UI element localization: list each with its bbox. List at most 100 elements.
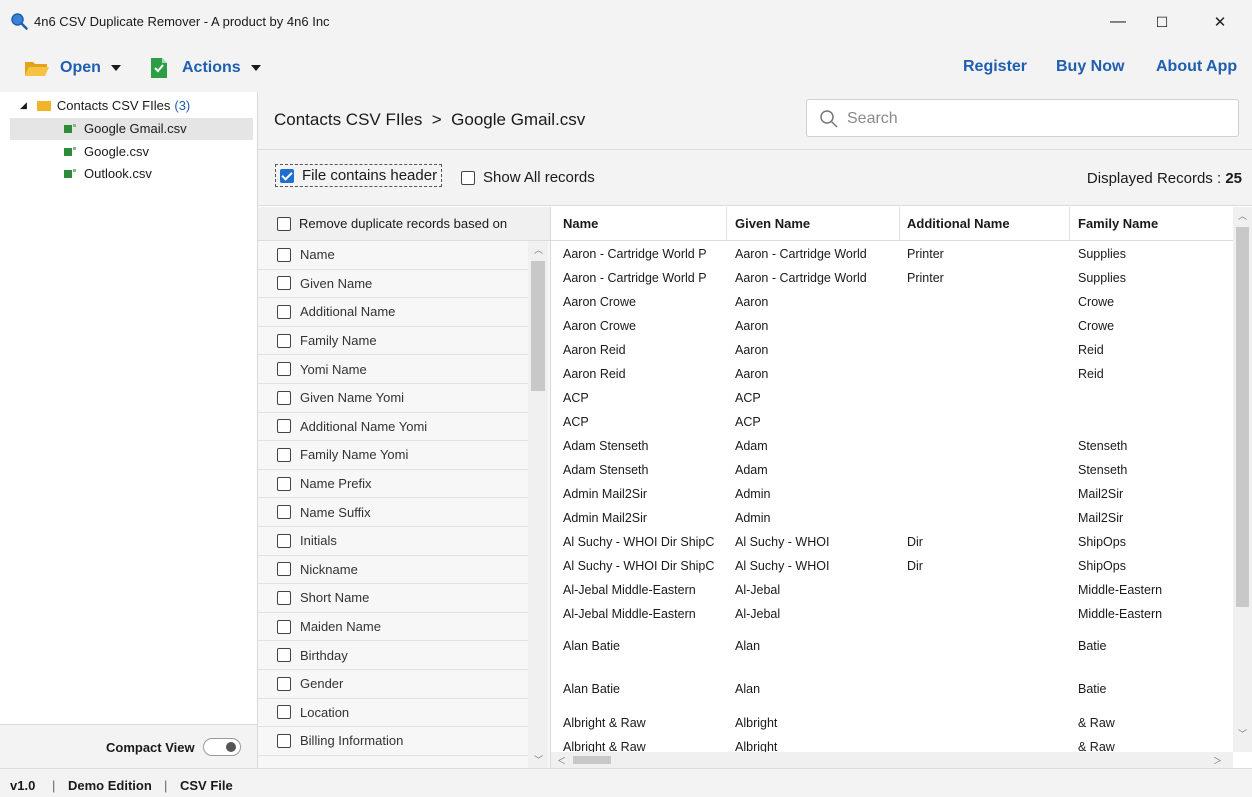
open-menu-button[interactable]: Open [24, 54, 121, 82]
table-row[interactable]: Aaron Crowe Aaron Crowe [551, 319, 1233, 339]
buy-now-link[interactable]: Buy Now [1056, 58, 1124, 76]
table-row[interactable]: ACP ACP [551, 415, 1233, 435]
tree-item-outlook[interactable]: Outlook.csv [64, 166, 152, 181]
compact-view-toggle[interactable] [203, 738, 241, 756]
register-link[interactable]: Register [963, 58, 1027, 76]
maximize-button[interactable]: ☐ [1142, 8, 1182, 36]
scroll-down-icon[interactable]: ﹀ [1238, 727, 1247, 740]
records-vertical-scrollbar[interactable]: ︿ ﹀ [1233, 207, 1252, 752]
column-divider[interactable] [726, 207, 727, 241]
field-option[interactable]: Name [258, 241, 528, 270]
field-option[interactable]: Initials [258, 527, 528, 556]
scroll-thumb[interactable] [1236, 227, 1249, 607]
table-row[interactable]: Aaron - Cartridge World P Aaron - Cartrid… [551, 271, 1233, 291]
search-box[interactable] [806, 99, 1239, 137]
folder-open-icon [25, 62, 49, 76]
field-checkbox[interactable] [277, 419, 291, 434]
field-option[interactable]: Name Prefix [258, 470, 528, 499]
field-checkbox[interactable] [277, 733, 291, 748]
field-checkbox[interactable] [277, 390, 291, 405]
table-row[interactable]: Al-Jebal Middle-Eastern Al-Jebal Middle-Ea… [551, 583, 1233, 603]
field-option[interactable]: Short Name [258, 584, 528, 613]
field-option[interactable]: Given Name [258, 270, 528, 299]
table-row[interactable]: Admin Mail2Sir Admin Mail2Sir [551, 487, 1233, 507]
column-header-given-name[interactable]: Given Name [735, 216, 810, 231]
show-all-records-checkbox[interactable] [461, 170, 475, 185]
field-option[interactable]: Gender [258, 670, 528, 699]
field-checkbox[interactable] [277, 362, 291, 377]
column-header-additional-name[interactable]: Additional Name [907, 216, 1010, 231]
show-all-records-option[interactable]: Show All records [461, 169, 595, 186]
field-checkbox[interactable] [277, 247, 291, 262]
table-row[interactable]: Alan Batie Alan Batie [551, 639, 1233, 659]
field-option[interactable]: Billing Information [258, 727, 528, 756]
table-row[interactable]: Aaron Reid Aaron Reid [551, 343, 1233, 363]
field-option[interactable]: Additional Name Yomi [258, 413, 528, 442]
tree-item-google-gmail[interactable]: Google Gmail.csv [64, 121, 187, 136]
field-option[interactable]: Family Name [258, 327, 528, 356]
field-checkbox[interactable] [277, 676, 291, 691]
scroll-up-icon[interactable]: ︿ [1238, 209, 1247, 222]
table-row[interactable]: Adam Stenseth Adam Stenseth [551, 463, 1233, 483]
field-checkbox[interactable] [277, 619, 291, 634]
field-option[interactable]: Additional Name [258, 298, 528, 327]
table-row[interactable]: Al Suchy - WHOI Dir ShipC Al Suchy - WHOI… [551, 535, 1233, 555]
field-checkbox[interactable] [277, 562, 291, 577]
column-header-name[interactable]: Name [563, 216, 598, 231]
field-option[interactable]: Nickname [258, 556, 528, 585]
field-checkbox[interactable] [277, 590, 291, 605]
table-row[interactable]: Aaron Crowe Aaron Crowe [551, 295, 1233, 315]
select-all-fields-checkbox[interactable] [277, 216, 291, 231]
column-divider[interactable] [899, 207, 900, 241]
field-option[interactable]: Location [258, 699, 528, 728]
column-header-family-name[interactable]: Family Name [1078, 216, 1158, 231]
fields-scrollbar[interactable]: ︿ ﹀ [528, 241, 548, 768]
expand-arrow-icon[interactable]: ◢ [20, 100, 27, 111]
field-checkbox[interactable] [277, 476, 291, 491]
scroll-thumb[interactable] [531, 261, 545, 391]
search-input[interactable] [847, 108, 1227, 130]
field-option[interactable]: Family Name Yomi [258, 441, 528, 470]
dedupe-fields-header[interactable]: Remove duplicate records based on [258, 207, 550, 241]
table-row[interactable]: ACP ACP [551, 391, 1233, 411]
about-app-link[interactable]: About App [1156, 58, 1237, 76]
field-checkbox[interactable] [277, 648, 291, 663]
scroll-up-icon[interactable]: ︿ [534, 243, 543, 256]
table-cell: Albright [735, 716, 778, 730]
table-row[interactable]: Albright & Raw Albright & Raw [551, 716, 1233, 736]
close-button[interactable]: ✕ [1200, 8, 1240, 36]
scroll-down-icon[interactable]: ﹀ [534, 753, 543, 766]
file-contains-header-option[interactable]: File contains header [275, 164, 443, 187]
field-checkbox[interactable] [277, 276, 291, 291]
column-divider[interactable] [1069, 207, 1070, 241]
field-checkbox[interactable] [277, 304, 291, 319]
table-row[interactable]: Al-Jebal Middle-Eastern Al-Jebal Middle-Ea… [551, 607, 1233, 627]
field-checkbox[interactable] [277, 505, 291, 520]
table-row[interactable]: Aaron - Cartridge World P Aaron - Cartrid… [551, 247, 1233, 267]
field-option[interactable]: Given Name Yomi [258, 384, 528, 413]
field-option[interactable]: Name Suffix [258, 498, 528, 527]
records-horizontal-scrollbar[interactable]: ＜ ＞ [551, 752, 1233, 768]
scroll-right-icon[interactable]: ＞ [1213, 754, 1222, 767]
field-checkbox[interactable] [277, 447, 291, 462]
table-row[interactable]: Adam Stenseth Adam Stenseth [551, 439, 1233, 459]
field-checkbox[interactable] [277, 333, 291, 348]
field-option[interactable]: Birthday [258, 641, 528, 670]
table-row[interactable]: Aaron Reid Aaron Reid [551, 367, 1233, 387]
table-row[interactable]: Al Suchy - WHOI Dir ShipC Al Suchy - WHOI… [551, 559, 1233, 579]
table-cell: Middle-Eastern [1078, 607, 1163, 621]
table-row[interactable]: Admin Mail2Sir Admin Mail2Sir [551, 511, 1233, 531]
scroll-thumb[interactable] [573, 756, 611, 764]
field-checkbox[interactable] [277, 533, 291, 548]
file-contains-header-checkbox[interactable] [280, 168, 294, 183]
tree-item-label: Outlook.csv [84, 166, 152, 181]
scroll-left-icon[interactable]: ＜ [557, 754, 566, 767]
field-option[interactable]: Maiden Name [258, 613, 528, 642]
tree-item-google[interactable]: Google.csv [64, 144, 149, 159]
field-checkbox[interactable] [277, 705, 291, 720]
table-row[interactable]: Alan Batie Alan Batie [551, 682, 1233, 702]
actions-menu-button[interactable]: Actions [150, 54, 261, 82]
tree-root-contacts[interactable]: ◢ Contacts CSV FIles (3) [20, 98, 190, 113]
field-option[interactable]: Yomi Name [258, 355, 528, 384]
minimize-button[interactable]: — [1098, 8, 1138, 36]
